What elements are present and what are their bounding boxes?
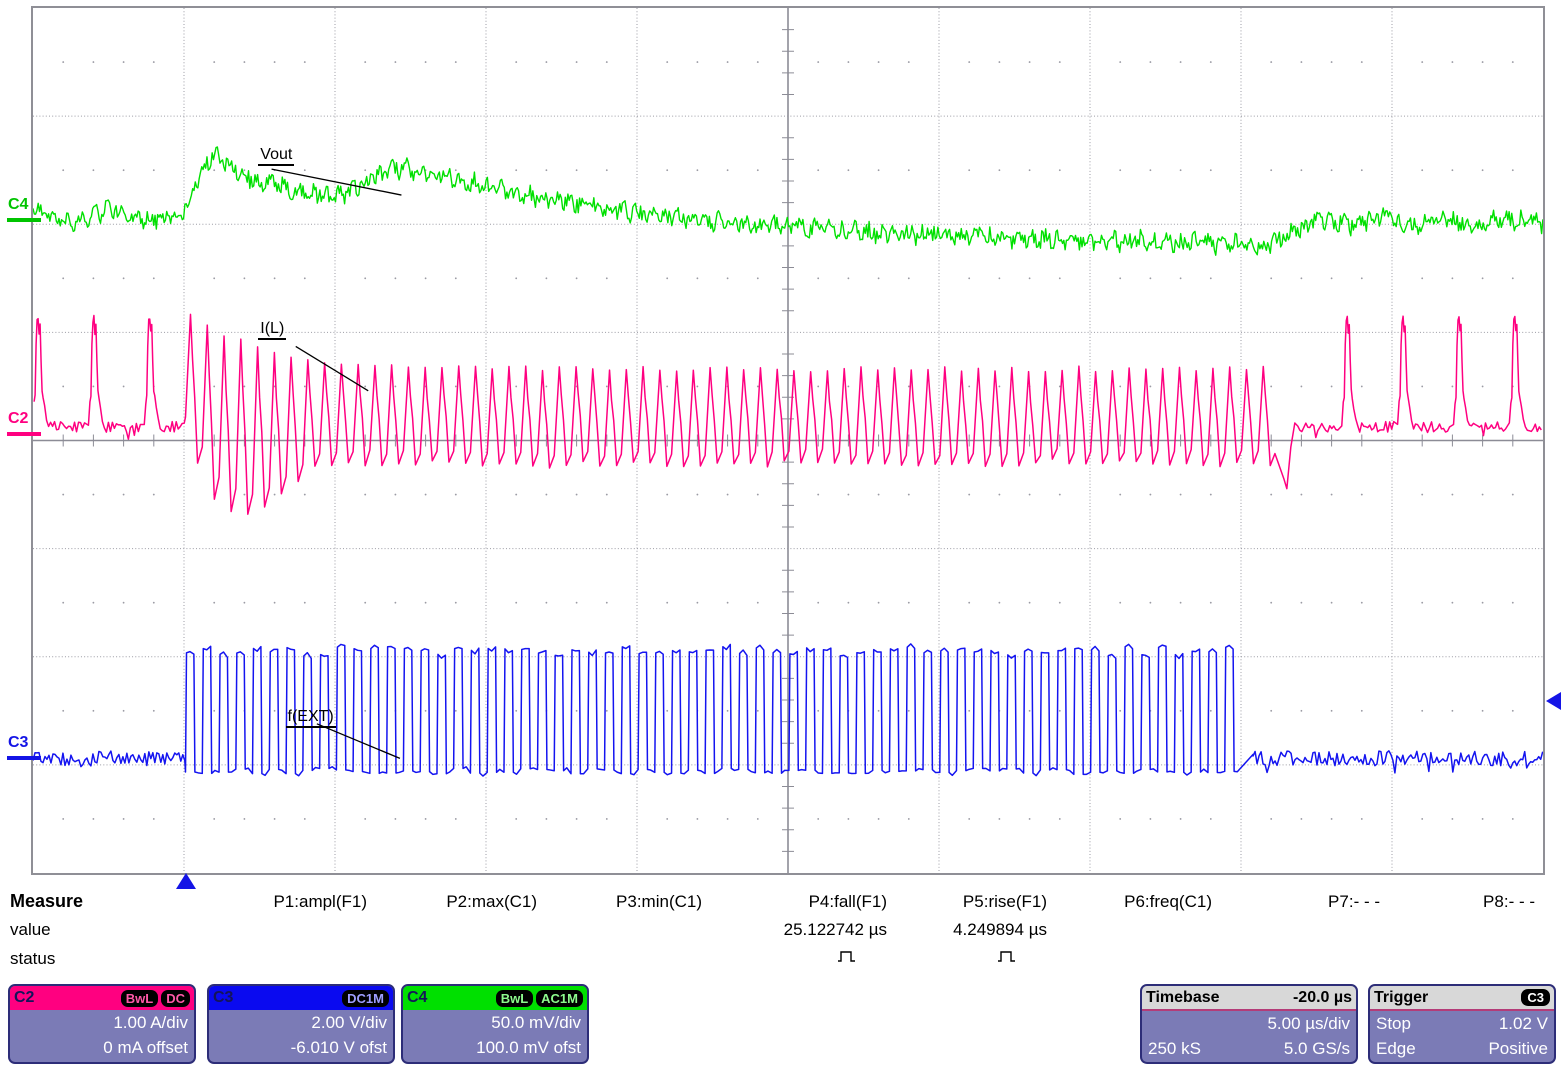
measure-column-p4[interactable]: P4:fall(F1) [706, 892, 891, 912]
coupling-badge: DC1M [342, 990, 389, 1007]
measure-value-row: value 25.122742 µs 4.249894 µs [6, 915, 1540, 945]
trigger-level: 1.02 V [1499, 1011, 1548, 1036]
trigger-type: Edge [1376, 1036, 1416, 1061]
trace-label-fext: f(EXT) [286, 708, 336, 728]
channel-indicator-c4[interactable]: C4 [8, 196, 28, 214]
channel-title: C2 [14, 989, 34, 1007]
measure-column-p3[interactable]: P3:min(C1) [541, 892, 706, 912]
timebase-delay: -20.0 µs [1293, 989, 1352, 1007]
pulse-status-icon [837, 949, 857, 969]
waveform-canvas [33, 8, 1543, 873]
measure-column-p6[interactable]: P6:freq(C1) [1051, 892, 1216, 912]
measure-column-p5[interactable]: P5:rise(F1) [891, 892, 1051, 912]
channel-indicator-c3[interactable]: C3 [8, 734, 28, 752]
measure-title: Measure [6, 891, 186, 912]
channel-box-c3[interactable]: C3 DC1M 2.00 V/div -6.010 V ofst [207, 984, 395, 1064]
timebase-title: Timebase [1146, 989, 1220, 1007]
measure-column-p2[interactable]: P2:max(C1) [371, 892, 541, 912]
measure-column-p7[interactable]: P7:- - - [1216, 892, 1384, 912]
measure-value-p4: 25.122742 µs [706, 920, 891, 940]
timebase-rate: 5.0 GS/s [1284, 1036, 1350, 1061]
channel-box-c2[interactable]: C2 BwL DC 1.00 A/div 0 mA offset [8, 984, 196, 1064]
timebase-samples: 250 kS [1148, 1036, 1201, 1061]
waveform-plot-area: Vout I(L) f(EXT) [31, 6, 1545, 875]
trigger-title: Trigger [1374, 989, 1428, 1007]
channel-indicator-c2[interactable]: C2 [8, 410, 28, 428]
channel-title: C4 [407, 989, 427, 1007]
pulse-status-icon [997, 949, 1017, 969]
measure-column-p8[interactable]: P8:- - - [1384, 892, 1539, 912]
channel-indicator-c2-dash[interactable] [7, 432, 41, 436]
measure-table: Measure P1:ampl(F1) P2:max(C1) P3:min(C1… [6, 888, 1540, 973]
trace-label-vout: Vout [258, 146, 294, 166]
channel-box-c3-header: C3 DC1M [209, 986, 393, 1010]
oscilloscope-screen: Vout I(L) f(EXT) Measure P1:ampl(F1) P2:ma… [0, 0, 1563, 1068]
measure-status-row: status [6, 945, 1540, 973]
channel-offset: -6.010 V ofst [209, 1035, 393, 1060]
measure-value-label: value [6, 920, 186, 940]
trace-label-il: I(L) [258, 320, 286, 340]
measure-status-label: status [6, 949, 186, 969]
measure-label-row: Measure P1:ampl(F1) P2:max(C1) P3:min(C1… [6, 888, 1540, 915]
channel-indicator-c4-dash[interactable] [7, 218, 41, 222]
trigger-box[interactable]: Trigger C3 Stop 1.02 V Edge Positive [1368, 984, 1556, 1064]
timebase-scale: 5.00 µs/div [1142, 1011, 1356, 1036]
trigger-mode: Stop [1376, 1011, 1411, 1036]
trigger-time-marker[interactable] [176, 873, 196, 889]
trigger-source-badge: C3 [1521, 989, 1550, 1006]
coupling-badge: AC1M [536, 990, 583, 1007]
channel-box-c4-header: C4 BwL AC1M [403, 986, 587, 1010]
bandwidth-limit-badge: BwL [496, 990, 533, 1007]
channel-offset: 100.0 mV ofst [403, 1035, 587, 1060]
channel-offset: 0 mA offset [10, 1035, 194, 1060]
channel-title: C3 [213, 989, 233, 1007]
trigger-level-marker[interactable] [1546, 692, 1561, 710]
channel-box-c2-header: C2 BwL DC [10, 986, 194, 1010]
trigger-slope: Positive [1488, 1036, 1548, 1061]
channel-indicator-c3-dash[interactable] [7, 756, 41, 760]
channel-box-c4[interactable]: C4 BwL AC1M 50.0 mV/div 100.0 mV ofst [401, 984, 589, 1064]
coupling-badge: DC [161, 990, 190, 1007]
trigger-header: Trigger C3 [1370, 986, 1554, 1011]
timebase-box[interactable]: Timebase -20.0 µs 5.00 µs/div 250 kS 5.0… [1140, 984, 1358, 1064]
channel-scale: 1.00 A/div [10, 1010, 194, 1035]
timebase-header: Timebase -20.0 µs [1142, 986, 1356, 1011]
channel-scale: 2.00 V/div [209, 1010, 393, 1035]
bandwidth-limit-badge: BwL [121, 990, 158, 1007]
measure-column-p1[interactable]: P1:ampl(F1) [186, 892, 371, 912]
measure-value-p5: 4.249894 µs [891, 920, 1051, 940]
channel-scale: 50.0 mV/div [403, 1010, 587, 1035]
